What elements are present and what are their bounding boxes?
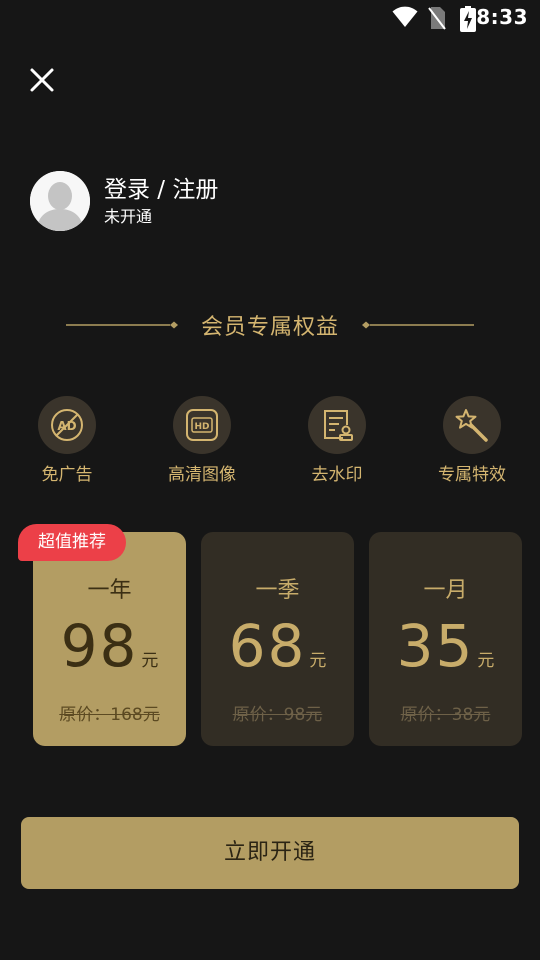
benefit-label: 高清图像 bbox=[168, 465, 236, 485]
plan-original-price: 原价：98元 bbox=[232, 705, 323, 725]
plan-original-price: 原价：38元 bbox=[400, 705, 491, 725]
profile-section: 登录 / 注册 未开通 bbox=[30, 171, 218, 231]
plan-price: 35 bbox=[396, 612, 475, 680]
benefit-label: 去水印 bbox=[311, 465, 363, 485]
status-bar: 8:33 bbox=[0, 0, 540, 36]
login-register-link[interactable]: 登录 / 注册 bbox=[104, 175, 218, 205]
membership-status: 未开通 bbox=[104, 207, 153, 226]
plan-name: 一年 bbox=[87, 578, 132, 603]
open-membership-button[interactable]: 立即开通 bbox=[21, 817, 519, 889]
no-sim-icon bbox=[428, 7, 446, 30]
avatar[interactable] bbox=[30, 171, 90, 231]
plan-card-monthly[interactable]: 一月 35 元 原价：38元 bbox=[369, 532, 522, 746]
svg-text:HD: HD bbox=[194, 422, 209, 432]
benefit-hd-image[interactable]: HD 高清图像 bbox=[142, 396, 262, 485]
close-icon bbox=[30, 68, 54, 92]
benefit-exclusive-effects[interactable]: 专属特效 bbox=[412, 396, 532, 485]
plan-name: 一季 bbox=[255, 578, 300, 603]
plan-card-yearly[interactable]: 一年 98 元 原价：168元 bbox=[33, 532, 186, 746]
price-unit: 元 bbox=[477, 651, 495, 671]
status-time: 8:33 bbox=[476, 5, 528, 29]
benefit-no-ads[interactable]: AD 免广告 bbox=[7, 396, 127, 485]
plan-original-price: 原价：168元 bbox=[59, 705, 160, 725]
no-ad-icon: AD bbox=[51, 409, 83, 441]
plan-price: 98 bbox=[60, 612, 139, 680]
plan-price: 68 bbox=[228, 612, 307, 680]
close-button[interactable] bbox=[26, 64, 58, 96]
price-unit: 元 bbox=[309, 651, 327, 671]
wifi-icon bbox=[392, 6, 418, 27]
plan-card-quarterly[interactable]: 一季 68 元 原价：98元 bbox=[201, 532, 354, 746]
benefit-remove-watermark[interactable]: 去水印 bbox=[277, 396, 397, 485]
benefits-header: 会员专属权益 bbox=[0, 305, 540, 341]
plan-name: 一月 bbox=[423, 578, 468, 603]
benefit-label: 免广告 bbox=[41, 465, 93, 485]
magic-wand-icon bbox=[455, 409, 488, 442]
price-unit: 元 bbox=[141, 651, 159, 671]
default-avatar-icon bbox=[30, 171, 90, 231]
remove-watermark-icon bbox=[324, 410, 353, 441]
benefit-label: 专属特效 bbox=[438, 465, 506, 485]
battery-charging-icon bbox=[460, 6, 476, 32]
right-decorative-line bbox=[362, 321, 474, 329]
recommended-badge: 超值推荐 bbox=[18, 524, 126, 561]
hd-icon: HD bbox=[186, 409, 218, 441]
